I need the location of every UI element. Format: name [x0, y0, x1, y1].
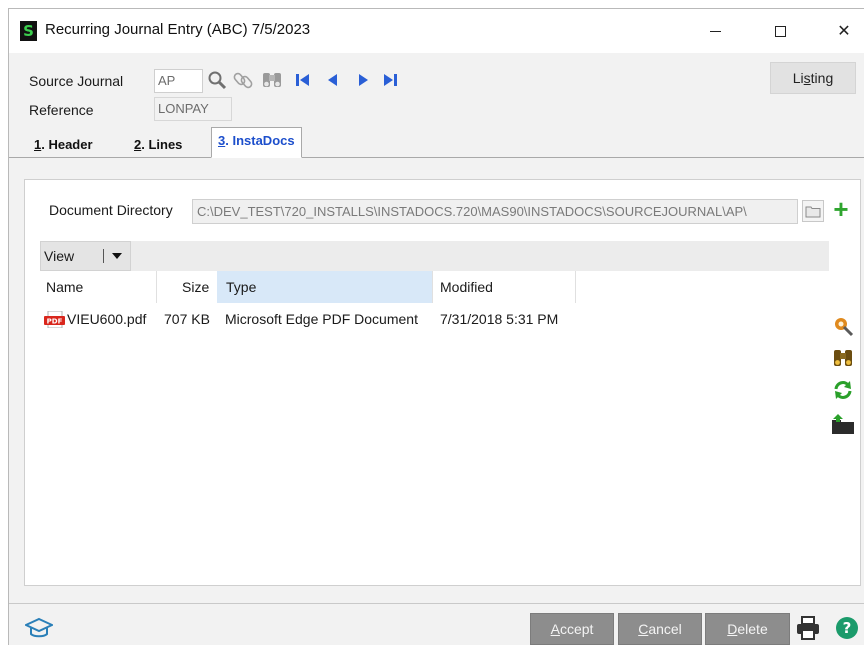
cancel-button-rest: ancel [648, 621, 682, 637]
delete-button-rest: elete [737, 621, 768, 637]
add-directory-button[interactable]: + [830, 196, 852, 222]
listing-button-post: ting [810, 70, 834, 86]
graduation-cap-icon[interactable] [25, 616, 53, 640]
recurring-journal-entry-window: S Recurring Journal Entry (ABC) 7/5/2023… [8, 8, 864, 645]
listing-button-mnemonic: s [803, 70, 811, 86]
accept-button-mnemonic: A [550, 621, 560, 637]
pdf-file-icon: PDF [44, 311, 65, 328]
reference-label: Reference [29, 102, 94, 118]
source-journal-label: Source Journal [29, 73, 124, 89]
file-type: Microsoft Edge PDF Document [225, 311, 418, 327]
reference-input[interactable]: LONPAY [154, 97, 232, 121]
chevron-down-icon [112, 253, 122, 259]
footer-divider [9, 603, 864, 604]
column-header-size[interactable]: Size [182, 271, 209, 303]
tab-instadocs-label: . InstaDocs [225, 133, 295, 148]
next-record-icon[interactable] [352, 69, 374, 91]
printer-icon[interactable] [795, 615, 821, 641]
help-icon[interactable]: ? [835, 616, 859, 640]
view-dropdown[interactable]: View [40, 241, 131, 271]
column-header-modified[interactable]: Modified [440, 271, 493, 303]
column-separator[interactable] [432, 271, 433, 303]
document-directory-input[interactable]: C:\DEV_TEST\720_INSTALLS\INSTADOCS.720\M… [192, 199, 798, 224]
tab-header-label: . Header [41, 137, 93, 152]
listing-button-pre: Li [792, 70, 804, 86]
delete-button[interactable]: Delete [705, 613, 790, 645]
upload-folder-icon[interactable] [831, 412, 855, 436]
close-icon: ✕ [837, 23, 851, 40]
delete-button-mnemonic: D [727, 621, 738, 637]
column-separator[interactable] [156, 271, 157, 303]
tab-header[interactable]: 1. Header [28, 131, 99, 158]
lookup-icon[interactable] [206, 69, 228, 91]
minimize-button[interactable] [692, 15, 738, 47]
tab-lines-label: . Lines [141, 137, 183, 152]
last-record-icon[interactable] [379, 69, 401, 91]
previous-record-icon[interactable] [322, 69, 344, 91]
column-header-type[interactable]: Type [226, 271, 256, 303]
column-separator[interactable] [575, 271, 576, 303]
sage-app-icon: S [20, 21, 37, 41]
file-size: 707 KB [164, 311, 210, 327]
listing-button[interactable]: Li s ting [770, 62, 856, 94]
svg-text:?: ? [843, 619, 852, 637]
file-name: VIEU600.pdf [67, 311, 147, 327]
close-button[interactable]: ✕ [821, 15, 864, 47]
file-modified: 7/31/2018 5:31 PM [440, 311, 559, 327]
maximize-icon [774, 25, 786, 37]
cancel-button[interactable]: Cancel [618, 613, 702, 645]
accept-button[interactable]: Accept [530, 613, 614, 645]
maximize-button[interactable] [757, 15, 803, 47]
view-dropdown-label: View [44, 248, 75, 264]
settings-wand-icon[interactable] [831, 314, 855, 338]
search-binoculars-icon[interactable] [831, 346, 855, 370]
browse-folder-button[interactable] [802, 200, 824, 222]
binoculars-icon[interactable] [261, 69, 283, 91]
view-dropdown-separator [103, 249, 104, 263]
tab-instadocs[interactable]: 3. InstaDocs [211, 127, 302, 158]
source-journal-input[interactable]: AP [154, 69, 203, 93]
cancel-button-mnemonic: C [638, 621, 649, 637]
view-toolbar: View [40, 241, 829, 271]
window-title: Recurring Journal Entry (ABC) 7/5/2023 [45, 21, 311, 38]
instadocs-panel: Document Directory C:\DEV_TEST\720_INSTA… [24, 179, 861, 586]
tab-lines[interactable]: 2. Lines [128, 131, 188, 158]
document-directory-label: Document Directory [49, 202, 173, 218]
title-bar: S Recurring Journal Entry (ABC) 7/5/2023… [9, 9, 864, 53]
minimize-icon [709, 30, 721, 32]
refresh-icon[interactable] [831, 378, 855, 402]
column-header-name[interactable]: Name [46, 271, 83, 303]
link-icon[interactable] [232, 69, 254, 91]
accept-button-rest: ccept [559, 621, 594, 637]
folder-icon [805, 206, 821, 218]
svg-text:PDF: PDF [47, 318, 63, 326]
first-record-icon[interactable] [292, 69, 314, 91]
